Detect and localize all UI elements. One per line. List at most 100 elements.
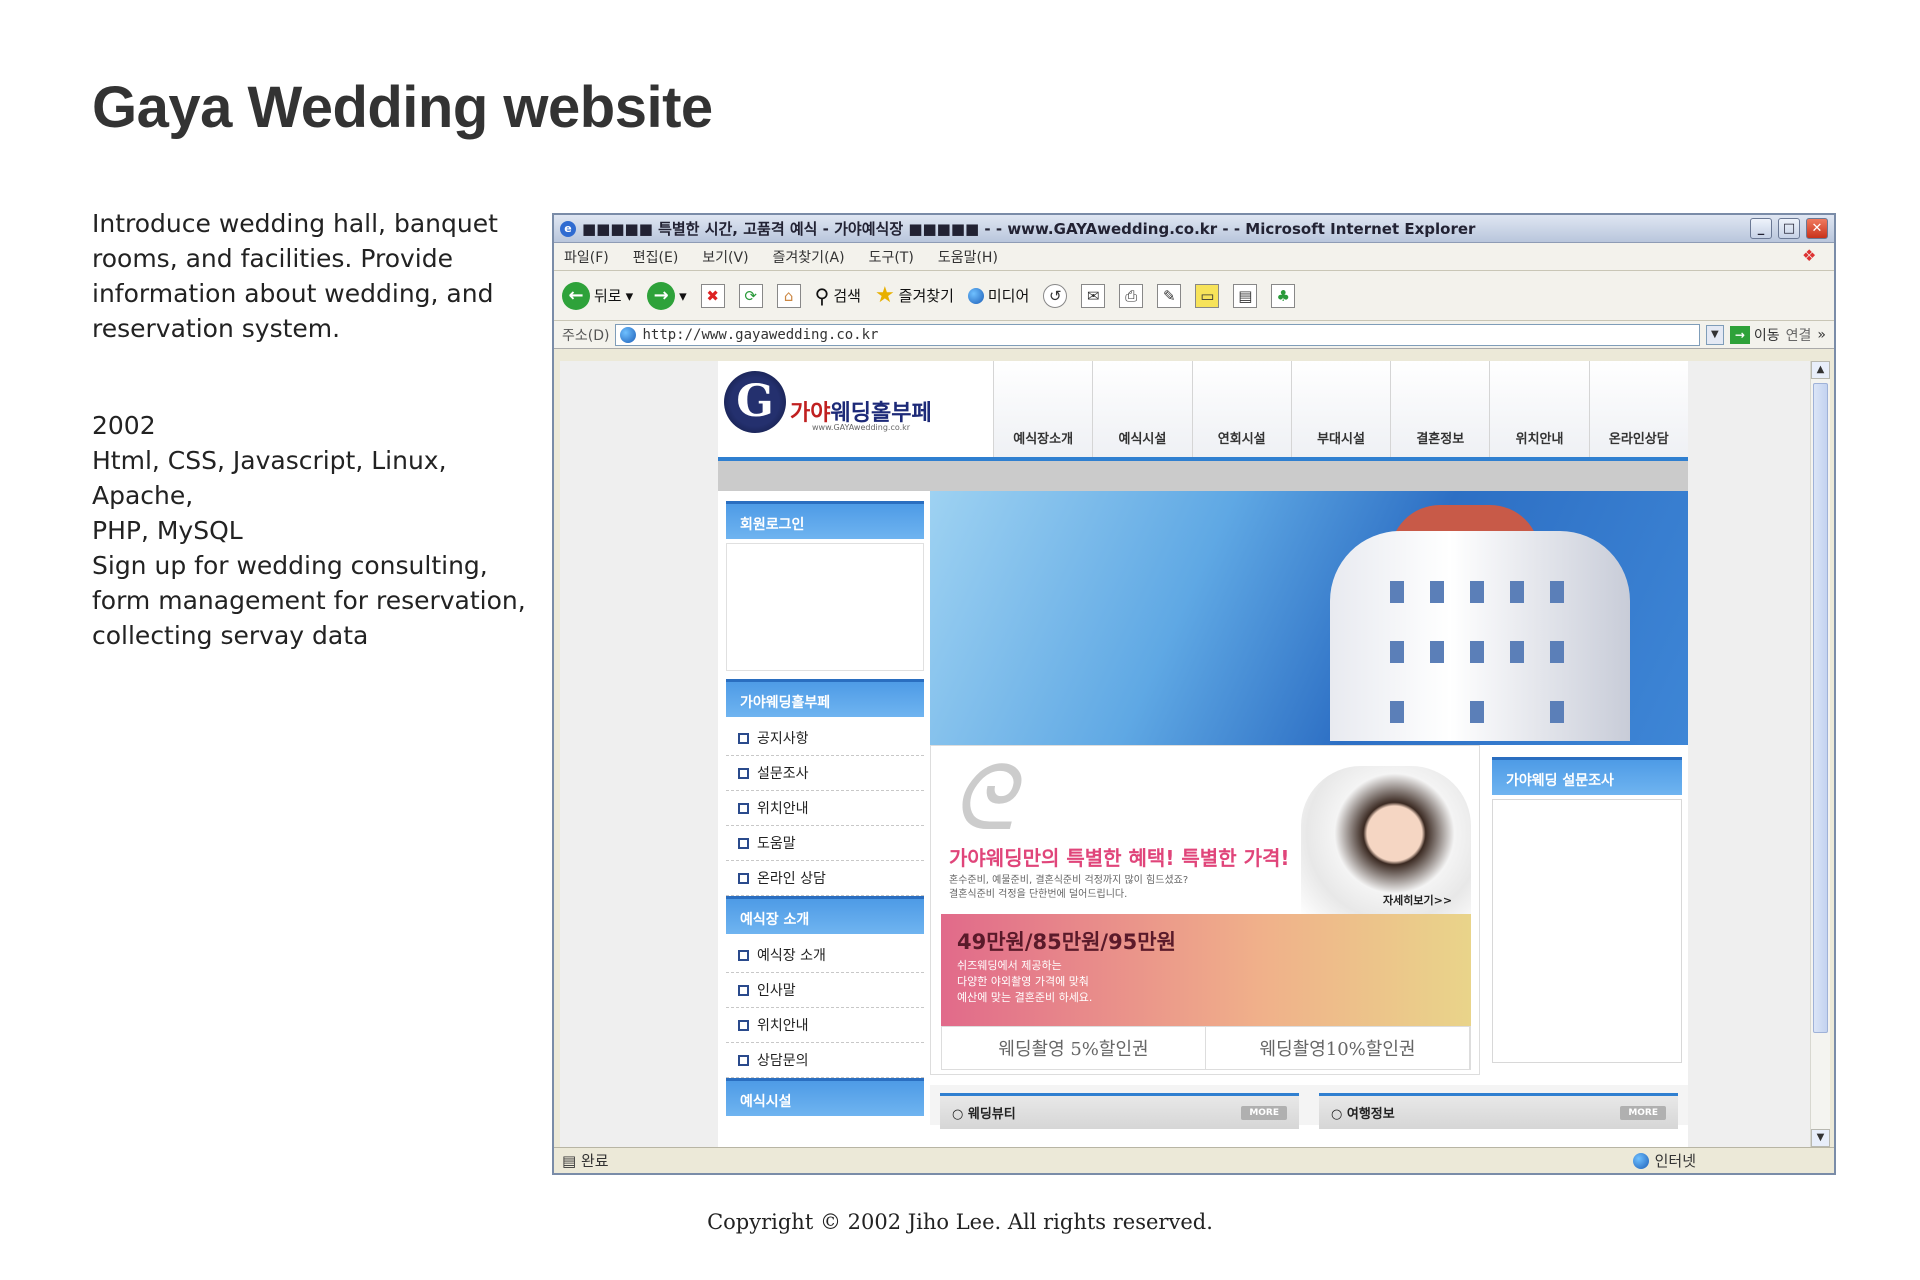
coupon-10-percent[interactable]: 웨딩촬영10%할인권 (1206, 1027, 1470, 1069)
mail-icon[interactable]: ✉ (1081, 283, 1106, 308)
sidebar-item-label: 예식장 소개 (757, 948, 826, 964)
promo-text-line: 결혼식준비 걱정을 단한번에 덜어드립니다. (949, 889, 1128, 900)
minimize-button[interactable]: _ (1750, 218, 1772, 239)
links-button[interactable]: 연결 (1786, 325, 1812, 345)
star-icon: ★ (874, 283, 895, 308)
sidebar-item-label: 공지사항 (757, 731, 809, 747)
section-wedding-beauty[interactable]: ○ 웨딩뷰티 MORE (940, 1093, 1299, 1129)
meta-line: collecting servay data (92, 621, 369, 650)
history-icon[interactable]: ↺ (1043, 283, 1068, 308)
maximize-button[interactable]: □ (1778, 218, 1800, 239)
scroll-down-icon[interactable]: ▼ (1811, 1129, 1830, 1147)
sidebar-item[interactable]: 위치안내 (726, 791, 924, 826)
meta-line: Sign up for wedding consulting, (92, 551, 488, 580)
vertical-scrollbar[interactable]: ▲ ▼ (1810, 361, 1830, 1147)
forward-button[interactable]: → ▾ (647, 281, 687, 310)
messenger-icon[interactable]: ♣ (1271, 283, 1296, 308)
back-button[interactable]: ← 뒤로 ▾ (562, 281, 634, 310)
scroll-up-icon[interactable]: ▲ (1811, 361, 1830, 379)
sidebar-item[interactable]: 공지사항 (726, 721, 924, 756)
meta-line: form management for reservation, (92, 586, 526, 615)
bullet-icon (738, 984, 749, 996)
menu-help[interactable]: 도움말(H) (938, 247, 998, 267)
forward-arrow-icon: → (647, 281, 676, 310)
browser-window: e ■■■■■ 특별한 시간, 고품격 예식 - 가야예식장 ■■■■■ - -… (552, 213, 1836, 1175)
nav-item[interactable]: 위치안내 (1489, 361, 1589, 459)
zone-label: 인터넷 (1654, 1152, 1696, 1170)
nav-item[interactable]: 결혼정보 (1390, 361, 1490, 459)
price-band: 49만원/85만원/95만원 쉬즈웨딩에서 제공하는 다양한 야외촬영 가격에 … (941, 914, 1471, 1026)
promo-banner[interactable]: ᘓ 가야웨딩만의 특별한 혜택! 특별한 가격! 혼수준비, 예물준비, 결혼식… (930, 745, 1480, 1075)
security-zone: 인터넷 (1632, 1150, 1696, 1171)
sidebar-item[interactable]: 상담문의 (726, 1043, 924, 1078)
research-icon[interactable]: ▤ (1233, 283, 1258, 308)
price-text: 49만원/85만원/95만원 (957, 930, 1176, 954)
scroll-thumb[interactable] (1813, 383, 1828, 1033)
building-window (1430, 641, 1444, 663)
bullet-icon (738, 872, 749, 884)
section-header: 가야웨딩홀부페 (726, 679, 924, 717)
menu-tools[interactable]: 도구(T) (869, 247, 914, 267)
sidebar-item-label: 도움말 (757, 836, 796, 852)
promo-text-line: 혼수준비, 예물준비, 결혼식준비 걱정까지 많이 힘드셨죠? (949, 875, 1189, 886)
address-label: 주소(D) (562, 327, 610, 344)
print-icon[interactable]: ⎙ (1119, 283, 1144, 308)
favorites-label: 즐겨찾기 (898, 287, 954, 305)
section-label: ○ 여행정보 (1331, 1107, 1395, 1122)
address-dropdown-icon[interactable]: ▼ (1705, 324, 1724, 345)
home-icon[interactable]: ⌂ (776, 283, 801, 308)
sidebar-item-label: 위치안내 (757, 801, 809, 817)
survey-box[interactable] (1492, 799, 1682, 1063)
project-description: Introduce wedding hall, banquet rooms, a… (92, 206, 532, 346)
section-header: 예식장 소개 (726, 896, 924, 934)
building-window (1430, 581, 1444, 603)
sidebar-item[interactable]: 인사말 (726, 973, 924, 1008)
menu-file[interactable]: 파일(F) (564, 247, 609, 267)
more-button[interactable]: MORE (1241, 1105, 1287, 1120)
sidebar-item[interactable]: 예식장 소개 (726, 938, 924, 973)
price-description-line: 예산에 맞는 결혼준비 하세요. (957, 991, 1093, 1004)
nav-item[interactable]: 부대시설 (1290, 361, 1391, 459)
dropdown-arrow-icon[interactable]: ▾ (626, 287, 634, 305)
media-button[interactable]: 미디어 (967, 285, 1030, 306)
chevron-right-icon[interactable]: » (1817, 327, 1826, 343)
discuss-icon[interactable]: ▭ (1195, 283, 1220, 308)
menu-view[interactable]: 보기(V) (702, 247, 748, 267)
sidebar-item[interactable]: 온라인 상담 (726, 861, 924, 896)
coupon-5-percent[interactable]: 웨딩촬영 5%할인권 (942, 1027, 1206, 1069)
section-travel-info[interactable]: ○ 여행정보 MORE (1319, 1093, 1678, 1129)
menu-edit[interactable]: 편집(E) (633, 247, 679, 267)
favorites-button[interactable]: ★ 즐겨찾기 (875, 283, 954, 308)
more-button[interactable]: MORE (1620, 1105, 1666, 1120)
price-description-line: 다양한 야외촬영 가격에 맞춰 (957, 975, 1089, 988)
nav-item[interactable]: 연회시설 (1191, 361, 1291, 459)
close-button[interactable]: ✕ (1806, 218, 1828, 239)
bullet-icon (738, 1054, 749, 1066)
promo-more-link[interactable]: 자세히보기>> (1383, 892, 1452, 908)
login-box[interactable] (726, 543, 924, 671)
sidebar-item-label: 온라인 상담 (757, 871, 826, 887)
edit-icon[interactable]: ✎ (1157, 283, 1182, 308)
address-url: http://www.gayawedding.co.kr (642, 326, 879, 343)
search-button[interactable]: ⚲ 검색 (815, 284, 861, 308)
sidebar-item-label: 인사말 (757, 983, 796, 999)
menu-bar: 파일(F) 편집(E) 보기(V) 즐겨찾기(A) 도구(T) 도움말(H) ❖ (554, 243, 1834, 271)
sidebar-item[interactable]: 설문조사 (726, 756, 924, 791)
sidebar-item[interactable]: 위치안내 (726, 1008, 924, 1043)
left-sidebar: 회원로그인 가야웨딩홀부페 공지사항 설문조사 위치안내 도움말 온라인 상담 … (726, 501, 924, 1147)
menu-favorites[interactable]: 즐겨찾기(A) (773, 247, 845, 267)
nav-item[interactable]: 예식시설 (1092, 361, 1192, 459)
nav-item[interactable]: 온라인상담 (1588, 361, 1688, 459)
nav-item[interactable]: 예식장소개 (993, 361, 1093, 459)
dropdown-arrow-icon[interactable]: ▾ (679, 287, 687, 305)
stop-icon[interactable]: ✖ (700, 283, 725, 308)
media-label: 미디어 (987, 287, 1030, 305)
address-input[interactable]: http://www.gayawedding.co.kr (615, 323, 1700, 346)
meta-line: PHP, MySQL (92, 516, 243, 545)
sidebar-item[interactable]: 도움말 (726, 826, 924, 861)
price-description-line: 쉬즈웨딩에서 제공하는 (957, 959, 1062, 972)
site-logo[interactable]: G 가야웨딩홀부페 www.GAYAwedding.co.kr (724, 371, 944, 441)
go-button[interactable]: → 이동 (1729, 325, 1780, 345)
refresh-icon[interactable]: ⟳ (738, 283, 763, 308)
building-window (1470, 581, 1484, 603)
